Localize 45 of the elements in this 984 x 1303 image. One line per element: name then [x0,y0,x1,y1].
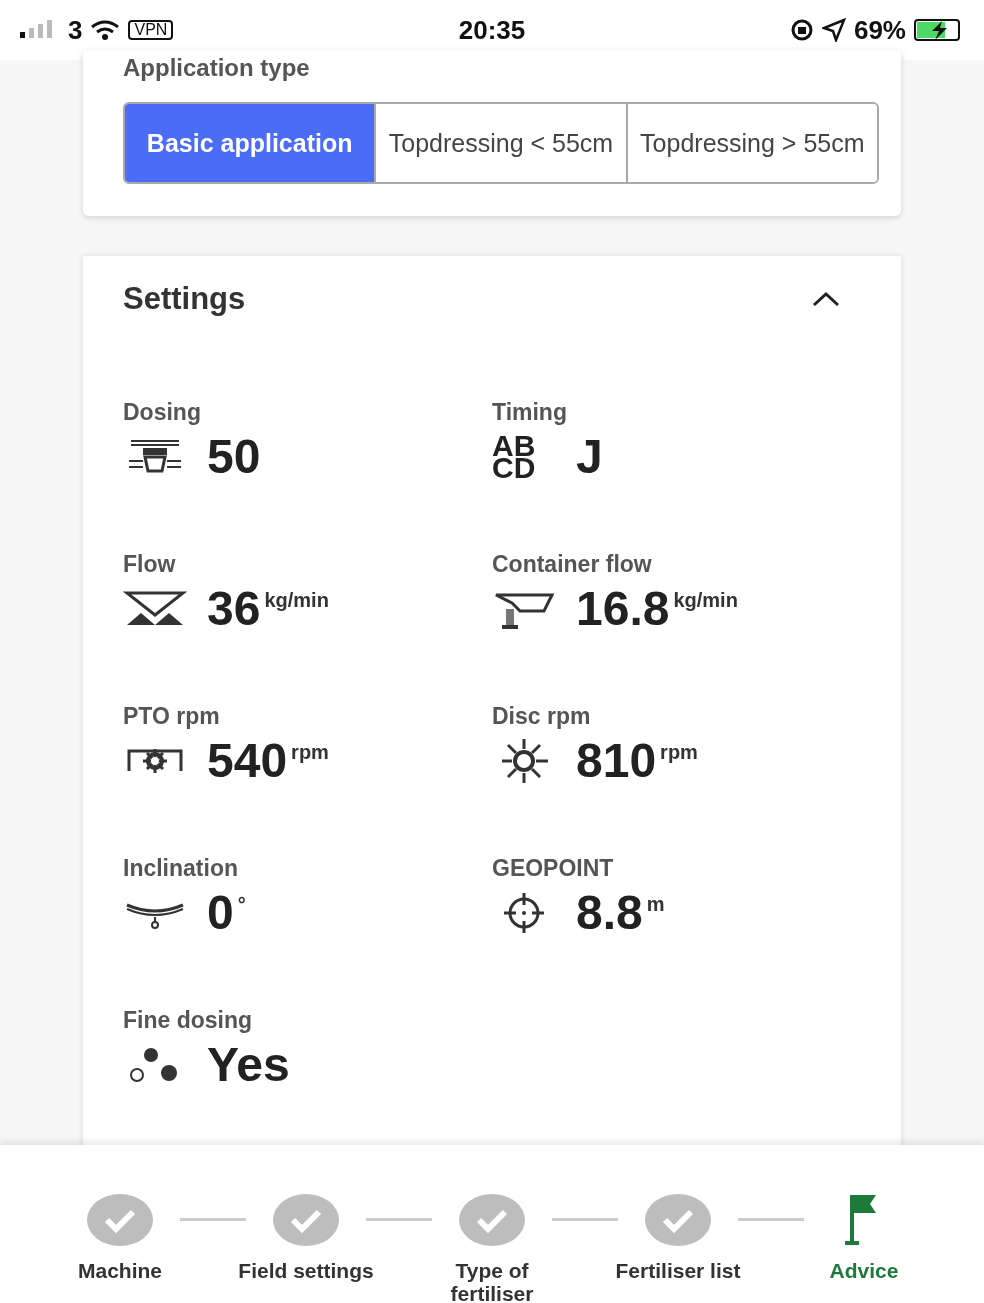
rotation-lock-icon [789,18,814,42]
unit-label: kg/min [673,587,738,613]
setting-value: 540 [207,732,288,789]
section-label: Application type [123,53,311,83]
clock: 20:35 [458,13,526,47]
timing-symbol-icon: AB CD [492,434,556,479]
step-label[interactable]: Advice [794,1259,934,1282]
step-label[interactable]: Fertiliser list [608,1259,748,1282]
location-icon [821,18,846,42]
unit-label: m [646,891,665,917]
setting-label: PTO rpm [123,702,221,729]
unit-label: rpm [660,739,698,765]
settings-title: Settings [123,280,246,318]
setting-value: 0 [207,884,234,941]
setting-value: 810 [576,732,657,789]
segment-tab[interactable]: Basic application [125,104,375,182]
battery-percentage: 69% [853,13,906,47]
setting-value: 36 [207,580,261,637]
setting-value: Yes [207,1036,290,1093]
check-circle-icon [459,1193,525,1247]
setting-label: Inclination [123,854,239,881]
segment-tab[interactable]: Topdressing > 55cm [625,104,877,182]
vpn-badge: VPN [128,20,174,40]
setting-label: GEOPOINT [492,854,615,881]
unit-label: rpm [291,739,329,765]
check-circle-icon [87,1193,153,1247]
step-label[interactable]: Machine [50,1259,190,1282]
setting-label: Container flow [492,550,653,577]
step-label[interactable]: Field settings [236,1259,376,1282]
setting-label: Dosing [123,398,202,425]
setting-value: 16.8 [576,580,670,637]
setting-value: 50 [207,428,261,485]
check-circle-icon [645,1193,711,1247]
check-circle-icon [273,1193,339,1247]
step-label[interactable]: Type of fertiliser [422,1259,562,1303]
unit-label: kg/min [264,587,329,613]
setting-label: Timing [492,398,568,425]
setting-label: Flow [123,550,177,577]
setting-label: Disc rpm [492,702,592,729]
carrier-name: 3 [68,13,83,47]
unit-label: ° [237,891,246,917]
setting-value: J [576,428,603,485]
setting-value: 8.8 [576,884,643,941]
wifi-icon [90,19,121,41]
setting-label: Fine dosing [123,1006,254,1033]
